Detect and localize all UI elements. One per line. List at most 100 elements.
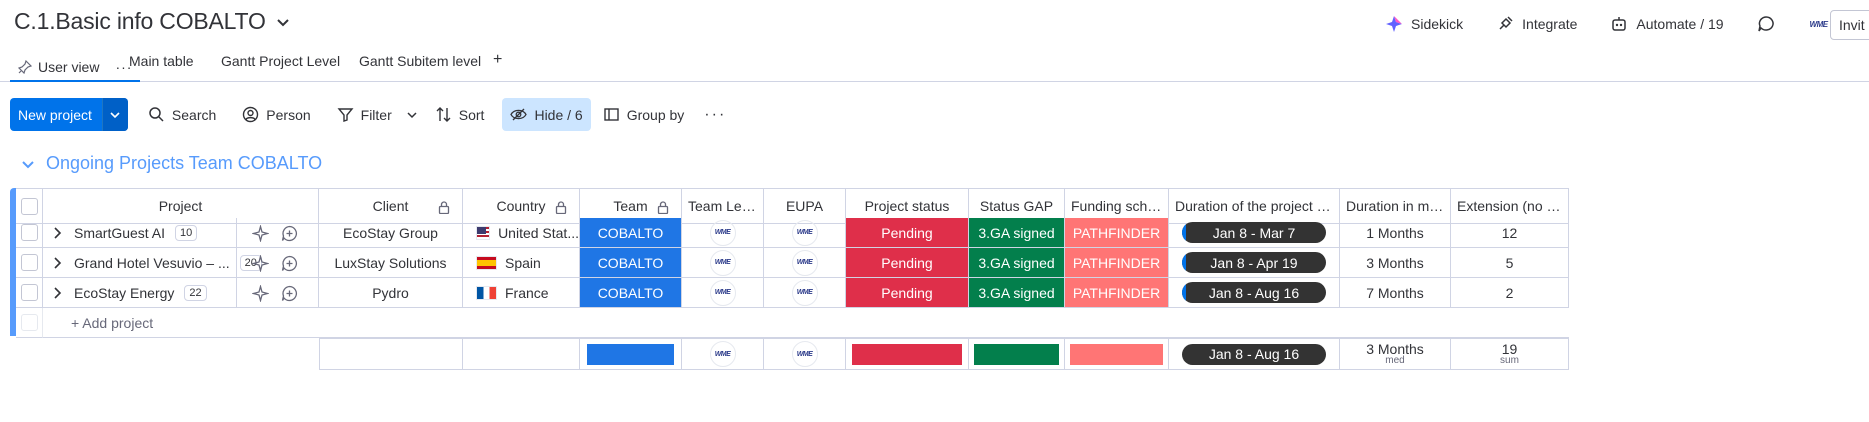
duration-cell[interactable]: 7 Months [1340,278,1451,308]
chevron-down-icon[interactable] [407,110,417,120]
team_lead-cell[interactable]: WME [682,218,764,248]
integrate-button[interactable]: Integrate [1496,15,1577,33]
person-avatar[interactable]: WME [709,219,736,246]
item-name-cell[interactable]: Grand Hotel Vesuvio – ... 20 [43,248,319,278]
item-name-cell[interactable]: SmartGuest AI 10 [43,218,319,248]
timeline-cell[interactable]: Jan 8 - Apr 19 [1169,248,1340,278]
group-header[interactable]: Ongoing Projects Team COBALTO [22,153,322,174]
row-select-cell[interactable] [16,248,43,278]
chevron-right-icon[interactable] [52,256,62,269]
extension-cell[interactable]: 2 [1451,278,1569,308]
funding-cell[interactable]: PATHFINDER [1065,218,1169,248]
team-cell[interactable]: COBALTO [580,278,682,308]
sidekick-button[interactable]: Sidekick [1385,15,1463,33]
status-gap-cell[interactable]: 3.GA signed [969,278,1065,308]
invite-button[interactable]: Invit [1830,10,1869,40]
ai-sparkle-icon[interactable] [252,285,269,302]
updates-button[interactable] [1757,15,1775,33]
country-cell[interactable]: Spain [463,248,580,278]
timeline-cell[interactable]: Jan 8 - Mar 7 [1169,218,1340,248]
filter-button[interactable]: Filter [329,98,425,131]
tab-gantt-subitem[interactable]: Gantt Subitem level [359,53,481,69]
person-avatar[interactable]: WME [791,249,818,276]
team-cell[interactable]: COBALTO [580,218,682,248]
extension-cell[interactable]: 12 [1451,218,1569,248]
extension-cell[interactable]: 5 [1451,248,1569,278]
eupa-cell[interactable]: WME [764,278,846,308]
funding-cell[interactable]: PATHFINDER [1065,248,1169,278]
item-name[interactable]: EcoStay Energy [74,285,174,301]
project-status-cell[interactable]: Pending [846,248,969,278]
team_lead-cell[interactable]: WME [682,278,764,308]
status-gap-cell[interactable]: 3.GA signed [969,248,1065,278]
item-name[interactable]: SmartGuest AI [74,225,165,241]
project-status-cell[interactable]: Pending [846,218,969,248]
row-checkbox[interactable] [20,224,38,241]
team-cell[interactable]: COBALTO [580,248,682,278]
ai-sparkle-icon[interactable] [252,225,269,242]
add-update-icon[interactable] [281,255,298,272]
person-avatar[interactable]: WME [791,219,818,246]
client-cell[interactable]: Pydro [319,278,463,308]
search-button[interactable]: Search [140,98,224,131]
project-status-cell[interactable]: Pending [846,278,969,308]
summary-extension: 19 sum [1451,338,1569,370]
timeline-pill[interactable]: Jan 8 - Aug 16 [1182,282,1326,303]
timeline-pill[interactable]: Jan 8 - Mar 7 [1182,222,1326,243]
tab-user-view[interactable]: User view ··· [10,53,141,82]
person-avatar[interactable]: WME [791,279,818,306]
status-label: Pending [881,224,933,241]
funding-cell[interactable]: PATHFINDER [1065,278,1169,308]
add-item-input[interactable]: + Add project [43,308,1569,338]
new-project-dropdown[interactable] [101,98,128,131]
row-select-cell[interactable] [16,218,43,248]
summary-extension-value: 19 [1501,341,1518,357]
timeline-pill[interactable]: Jan 8 - Apr 19 [1182,252,1326,273]
column-header-label: Project status [864,198,950,214]
eupa-cell[interactable]: WME [764,218,846,248]
tab-main-table[interactable]: Main table [129,53,194,69]
new-project-button[interactable]: New project [10,98,128,131]
person-avatar[interactable]: WME [709,279,736,306]
duration-cell[interactable]: 1 Months [1340,218,1451,248]
duration-cell[interactable]: 3 Months [1340,248,1451,278]
eupa-cell[interactable]: WME [764,248,846,278]
automate-button[interactable]: Automate / 19 [1610,15,1724,33]
ai-sparkle-icon[interactable] [252,255,269,272]
row-select-cell[interactable] [16,278,43,308]
board-title[interactable]: C.1.Basic info COBALTO [14,8,290,35]
add-update-icon[interactable] [281,285,298,302]
chevron-down-icon[interactable] [276,15,290,29]
add-view-button[interactable]: + [493,51,502,69]
client-cell[interactable]: EcoStay Group [319,218,463,248]
row-checkbox[interactable] [20,284,38,301]
client-cell[interactable]: LuxStay Solutions [319,248,463,278]
chevron-right-icon[interactable] [52,286,62,299]
row-checkbox[interactable] [20,254,38,271]
sidekick-label: Sidekick [1411,16,1464,32]
item-name[interactable]: Grand Hotel Vesuvio – ... [74,255,230,271]
select-all-checkbox[interactable] [20,197,38,215]
flag-us-icon [476,225,491,240]
timeline-cell[interactable]: Jan 8 - Aug 16 [1169,278,1340,308]
sort-button[interactable]: Sort [427,98,493,131]
add-update-icon[interactable] [281,225,298,242]
tab-gantt-project[interactable]: Gantt Project Level [221,53,340,69]
person-avatar[interactable]: WME [709,249,736,276]
item-name-cell[interactable]: EcoStay Energy 22 [43,278,319,308]
chevron-down-icon[interactable] [22,158,34,170]
status-gap-cell[interactable]: 3.GA signed [969,218,1065,248]
country-cell[interactable]: United Stat... [463,218,580,248]
view-tabs: User view ··· Main table Gantt Project L… [0,45,1869,82]
more-actions-icon[interactable]: ··· [696,98,734,131]
tab-gantt-subitem-label: Gantt Subitem level [359,53,482,69]
group-by-button[interactable]: Group by [595,98,693,131]
group-title[interactable]: Ongoing Projects Team COBALTO [46,153,322,174]
country-cell[interactable]: France [463,278,580,308]
team_lead-cell[interactable]: WME [682,248,764,278]
person-filter-button[interactable]: Person [234,98,318,131]
new-project-main[interactable]: New project [10,98,102,131]
chevron-right-icon[interactable] [52,226,62,239]
workspace-logo[interactable]: WME [1808,15,1830,33]
hide-columns-button[interactable]: Hide / 6 [502,98,591,131]
